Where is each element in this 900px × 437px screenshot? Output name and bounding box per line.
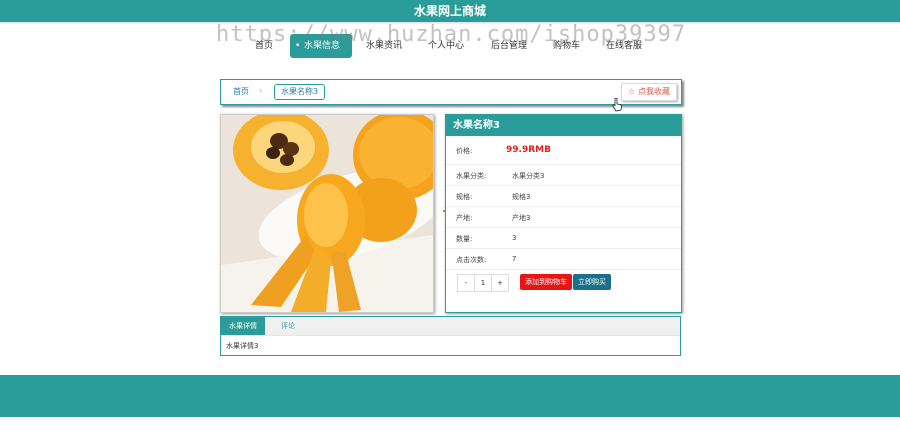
category-value: 水果分类3 bbox=[512, 172, 545, 180]
product-info-panel: 水果名称3 价格: 99.9RMB 水果分类: 水果分类3 规格: 规格3 产地… bbox=[445, 114, 682, 313]
origin-value: 产地3 bbox=[512, 214, 531, 222]
detail-text: 水果详情3 bbox=[226, 342, 259, 350]
spec-row: 规格: 规格3 bbox=[446, 186, 681, 207]
spec-label: 规格: bbox=[456, 193, 473, 201]
site-title: 水果网上商城 bbox=[413, 4, 486, 18]
breadcrumb-current: 水果名称3 bbox=[274, 84, 326, 100]
add-to-cart-button[interactable]: 添加到购物车 bbox=[520, 274, 572, 290]
nav-item-home[interactable]: 首页 bbox=[255, 34, 273, 58]
site-header: 水果网上商城 bbox=[0, 0, 900, 22]
price-row: 价格: 99.9RMB bbox=[446, 136, 681, 165]
clicks-label: 点击次数: bbox=[456, 256, 487, 264]
origin-label: 产地: bbox=[456, 214, 473, 222]
detail-tabs: 水果详情 评论 水果详情3 bbox=[220, 316, 681, 356]
nav-item-fruit-news[interactable]: 水果资讯 bbox=[366, 34, 402, 58]
site-footer bbox=[0, 375, 900, 417]
header-shadow bbox=[0, 22, 900, 25]
price-value: 99.9RMB bbox=[506, 145, 551, 155]
favorite-button[interactable]: ☆ 点我收藏 bbox=[621, 83, 677, 101]
tab-bar: 水果详情 评论 bbox=[221, 317, 680, 336]
product-name: 水果名称3 bbox=[446, 115, 681, 136]
nav-item-fruit-info[interactable]: 水果信息 bbox=[290, 34, 353, 58]
purchase-actions: - 1 + 添加到购物车 立即购买 bbox=[446, 270, 681, 294]
breadcrumb-separator: › bbox=[259, 86, 263, 95]
nav-item-online-service[interactable]: 在线客服 bbox=[606, 34, 642, 58]
quantity-value: 3 bbox=[512, 234, 517, 242]
clicks-value: 7 bbox=[512, 255, 517, 263]
origin-row: 产地: 产地3 bbox=[446, 207, 681, 228]
clicks-row: 点击次数: 7 bbox=[446, 249, 681, 270]
quantity-row: 数量: 3 bbox=[446, 228, 681, 249]
nav-item-cart[interactable]: 购物车 bbox=[553, 34, 580, 58]
breadcrumb-home-link[interactable]: 首页 bbox=[233, 86, 249, 97]
buy-now-button[interactable]: 立即购买 bbox=[573, 274, 611, 290]
nav-item-personal-center[interactable]: 个人中心 bbox=[428, 34, 464, 58]
quantity-stepper: - 1 + bbox=[457, 274, 509, 292]
tab-comments[interactable]: 评论 bbox=[281, 317, 295, 335]
quantity-decrease-button[interactable]: - bbox=[458, 275, 475, 291]
mouse-pointer-icon bbox=[612, 97, 622, 115]
tab-fruit-detail[interactable]: 水果详情 bbox=[221, 317, 265, 335]
spec-value: 规格3 bbox=[512, 193, 531, 201]
quantity-increase-button[interactable]: + bbox=[492, 275, 508, 291]
price-label: 价格: bbox=[456, 147, 473, 155]
main-nav: 首页 水果信息 水果资讯 个人中心 后台管理 购物车 在线客服 bbox=[0, 34, 900, 58]
category-label: 水果分类: bbox=[456, 172, 487, 180]
quantity-input[interactable]: 1 bbox=[475, 275, 492, 291]
nav-item-admin[interactable]: 后台管理 bbox=[491, 34, 527, 58]
quantity-label: 数量: bbox=[456, 235, 473, 243]
category-row: 水果分类: 水果分类3 bbox=[446, 165, 681, 186]
product-image bbox=[220, 114, 434, 313]
